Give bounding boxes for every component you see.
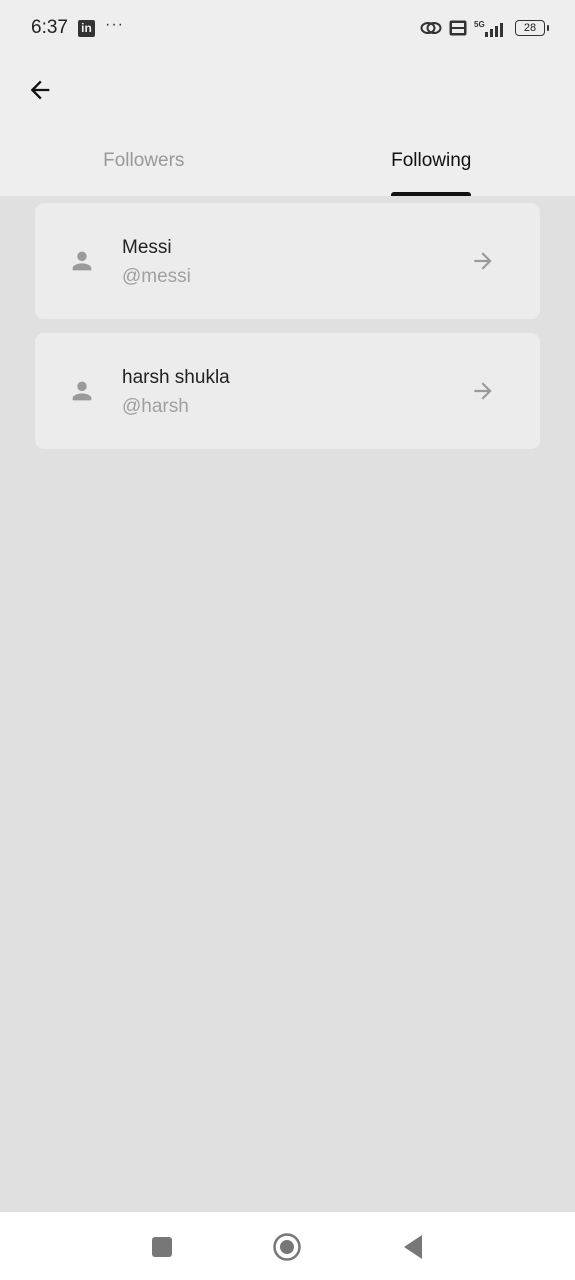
tab-following[interactable]: Following [288, 140, 575, 196]
network-label: 5G [474, 20, 485, 29]
recents-button[interactable] [147, 1232, 177, 1262]
status-right: 5G 28 [420, 19, 549, 37]
user-handle: @messi [122, 266, 191, 287]
following-list: Messi @messi harsh shukla @harsh [35, 203, 540, 463]
linkedin-icon: in [77, 19, 95, 37]
home-button[interactable] [272, 1232, 302, 1262]
back-button[interactable] [24, 74, 56, 106]
user-name: Messi [122, 237, 172, 258]
square-icon [152, 1237, 172, 1257]
person-icon [72, 251, 92, 271]
user-handle: @harsh [122, 396, 189, 417]
person-icon [72, 381, 92, 401]
hotspot-link-icon [420, 20, 442, 36]
list-item[interactable]: harsh shukla @harsh [35, 333, 540, 449]
signal-icon: 5G [474, 19, 508, 37]
screen: 6:37 in ··· 5G 28 Followers Following Me… [0, 0, 575, 1280]
tab-followers-label: Followers [103, 150, 185, 171]
user-name: harsh shukla [122, 367, 230, 388]
tab-bar: Followers Following [0, 140, 575, 196]
status-time: 6:37 [31, 17, 68, 38]
volte-icon [449, 20, 467, 36]
tab-followers[interactable]: Followers [0, 140, 288, 196]
system-nav-bar [0, 1212, 575, 1280]
battery-icon: 28 [515, 20, 549, 36]
active-tab-indicator [391, 192, 472, 196]
list-item[interactable]: Messi @messi [35, 203, 540, 319]
circle-icon [273, 1233, 301, 1261]
status-bar: 6:37 in ··· 5G 28 [0, 0, 575, 56]
arrow-right-icon[interactable] [470, 248, 496, 274]
status-left: 6:37 in ··· [31, 16, 124, 39]
arrow-right-icon[interactable] [470, 378, 496, 404]
tab-following-label: Following [391, 150, 472, 196]
system-back-button[interactable] [398, 1232, 428, 1262]
more-notifications-icon: ··· [104, 16, 124, 33]
triangle-back-icon [404, 1235, 422, 1259]
arrow-left-icon [30, 80, 50, 100]
tab-following-text: Following [391, 150, 472, 171]
app-header: Followers Following [0, 56, 575, 196]
